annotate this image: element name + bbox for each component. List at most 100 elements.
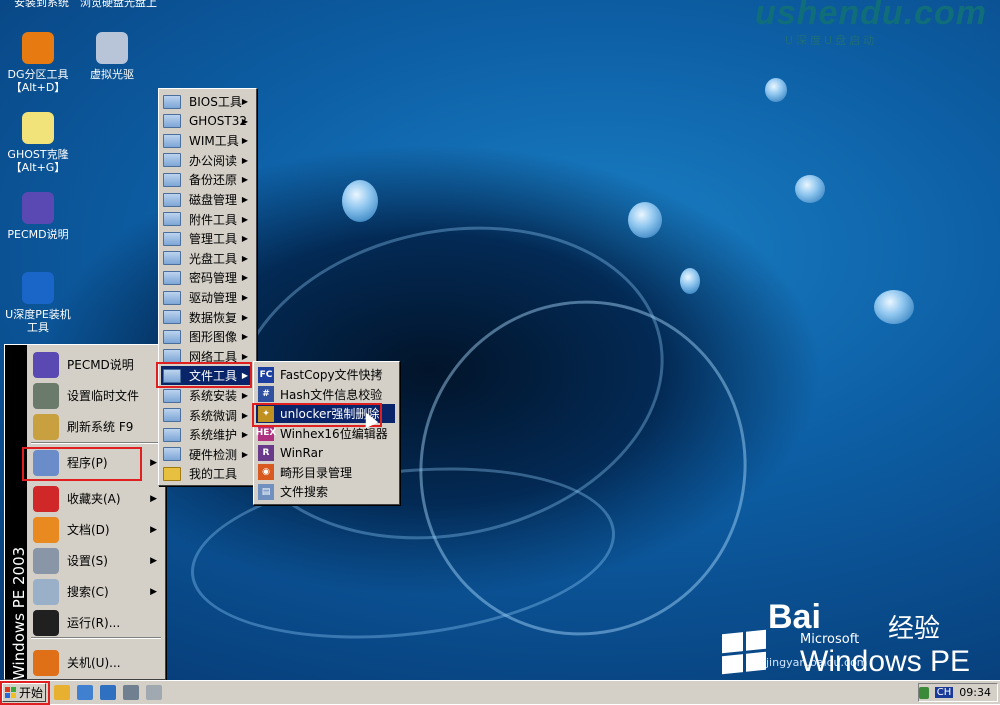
folder-manager-icon: ◉ <box>258 464 274 480</box>
programs-menu-item-label: 我的工具 <box>189 467 238 482</box>
highlight-box-programs <box>22 447 142 481</box>
start-menu-item-label: 搜索(C) <box>67 585 109 599</box>
favorites-heart-icon <box>33 485 59 512</box>
fastcopy-icon: FC <box>258 366 274 383</box>
programs-menu-item[interactable]: 驱动管理 ▶ <box>161 288 252 307</box>
start-menu-item-label: 设置(S) <box>67 554 108 568</box>
desktop-shortcut-label: 虚拟光驱 <box>90 68 134 81</box>
programs-menu-item[interactable]: 磁盘管理 ▶ <box>161 190 252 209</box>
file-tools-menu-item[interactable]: FC FastCopy文件快拷 <box>256 365 395 384</box>
file-tools-menu-item-label: 文件搜索 <box>280 485 329 499</box>
programs-menu-item[interactable]: GHOST32 ▶ <box>161 112 252 131</box>
programs-menu-item[interactable]: 系统安装 ▶ <box>161 386 252 405</box>
submenu-arrow-icon: ▶ <box>241 97 248 106</box>
submenu-arrow-icon: ▶ <box>241 410 248 420</box>
taskbar: 开始 CH 09:34 <box>0 680 1000 705</box>
submenu-arrow-icon: ▶ <box>241 116 248 126</box>
drive-icon[interactable] <box>146 685 162 700</box>
programs-menu-item[interactable]: 数据恢复 ▶ <box>161 308 252 327</box>
start-menu-item[interactable]: 搜索(C) ▶ <box>29 576 161 607</box>
file-tools-menu-item-label: Winhex16位编辑器 <box>280 426 388 441</box>
memory-chip-icon <box>33 382 59 409</box>
submenu-arrow-icon: ▶ <box>150 457 157 468</box>
folder-icon <box>163 290 181 305</box>
desktop-shortcut[interactable]: GHOST克隆 【Alt+G】 <box>0 112 76 174</box>
folder-icon <box>163 447 181 462</box>
start-menu-item[interactable]: 设置(S) ▶ <box>29 545 161 576</box>
submenu-arrow-icon: ▶ <box>241 214 248 224</box>
programs-menu-item[interactable]: 附件工具 ▶ <box>161 210 252 229</box>
desktop-shortcut-label: DG分区工具 【Alt+D】 <box>7 68 69 94</box>
clock: 09:34 <box>959 686 991 699</box>
desktop-shortcut[interactable]: DG分区工具 【Alt+D】 <box>0 32 76 94</box>
submenu-arrow-icon: ▶ <box>150 555 157 566</box>
desktop-shortcut-label: PECMD说明 <box>7 228 69 241</box>
programs-menu-item[interactable]: 系统微调 ▶ <box>161 406 252 425</box>
folder-icon <box>163 153 181 168</box>
programs-menu-item[interactable]: 系统维护 ▶ <box>161 425 252 444</box>
programs-menu-item-label: WIM工具 <box>189 134 239 149</box>
submenu-arrow-icon: ▶ <box>241 136 248 146</box>
programs-menu-item-label: 光盘工具 <box>189 251 238 266</box>
ghost-icon <box>22 112 54 144</box>
highlight-box-file-tools <box>156 362 252 388</box>
programs-menu-item[interactable]: 办公阅读 ▶ <box>161 151 252 170</box>
programs-menu-item[interactable]: 管理工具 ▶ <box>161 229 252 248</box>
folder-icon <box>163 388 181 403</box>
file-tools-menu-item[interactable]: # Hash文件信息校验 <box>256 385 395 404</box>
start-menu-item[interactable]: PECMD说明 <box>29 349 161 380</box>
programs-menu-item[interactable]: 备份还原 ▶ <box>161 170 252 189</box>
programs-menu-item-label: 系统安装 <box>189 389 238 403</box>
desktop-shortcut[interactable]: 虚拟光驱 <box>74 32 150 81</box>
start-menu-item[interactable]: 文档(D) ▶ <box>29 514 161 545</box>
programs-menu-item[interactable]: 密码管理 ▶ <box>161 268 252 287</box>
programs-menu-item-label: 备份还原 <box>189 173 238 188</box>
submenu-arrow-icon: ▶ <box>241 351 248 361</box>
submenu-arrow-icon: ▶ <box>241 234 248 244</box>
desktop-shortcut-label: U深度PE装机 工具 <box>5 308 71 334</box>
help-icon <box>33 351 59 378</box>
file-tools-menu-item[interactable]: ▤ 文件搜索 <box>256 482 395 501</box>
programs-menu-item[interactable]: BIOS工具 ▶ <box>161 92 252 111</box>
file-tools-menu-item-label: FastCopy文件快拷 <box>280 368 383 382</box>
start-menu-item[interactable]: 刷新系统 F9 <box>29 411 161 442</box>
start-menu-item[interactable]: 关机(U)... <box>29 647 161 678</box>
system-tray: CH 09:34 <box>918 683 998 702</box>
tools-icon[interactable] <box>123 685 139 700</box>
submenu-arrow-icon: ▶ <box>241 449 248 459</box>
start-menu-item-label: 设置临时文件 <box>67 389 140 403</box>
windows-flag-logo <box>722 629 766 675</box>
desktop-icon[interactable] <box>77 685 93 700</box>
start-menu-item-label: 运行(R)... <box>67 616 121 630</box>
submenu-arrow-icon: ▶ <box>241 273 248 283</box>
language-indicator[interactable]: CH <box>934 687 954 698</box>
desktop-shortcut-label: GHOST克隆 【Alt+G】 <box>7 148 69 174</box>
explorer-icon[interactable] <box>100 685 116 700</box>
file-tools-menu-item[interactable]: ◉ 畸形目录管理 <box>256 463 395 482</box>
programs-menu-item[interactable]: 光盘工具 ▶ <box>161 249 252 268</box>
file-tools-menu-item[interactable]: R WinRar <box>256 443 395 462</box>
folder-icon[interactable] <box>54 685 70 700</box>
network-icon[interactable] <box>919 686 929 699</box>
submenu-arrow-icon: ▶ <box>241 332 248 342</box>
submenu-arrow-icon: ▶ <box>241 430 248 440</box>
start-menu-item[interactable]: 设置临时文件 <box>29 380 161 411</box>
search-icon <box>33 578 59 605</box>
programs-menu-item[interactable]: WIM工具 ▶ <box>161 131 252 150</box>
start-menu-item-label: 文档(D) <box>67 523 110 537</box>
programs-menu-item-label: 密码管理 <box>189 271 238 286</box>
file-tools-menu-item-label: Hash文件信息校验 <box>280 387 383 402</box>
programs-menu-item[interactable]: 图形图像 ▶ <box>161 327 252 346</box>
programs-menu-item[interactable]: 硬件检测 ▶ <box>161 445 252 464</box>
menu-separator <box>31 442 161 444</box>
programs-menu-item[interactable]: 我的工具 <box>161 464 252 483</box>
desktop-shortcut[interactable]: PECMD说明 <box>0 192 76 241</box>
folder-icon <box>163 427 181 442</box>
desktop-shortcut[interactable]: U深度PE装机 工具 <box>0 272 76 334</box>
jingyan-watermark: 经验 <box>888 614 941 644</box>
start-menu-item[interactable]: 运行(R)... <box>29 607 161 638</box>
start-menu-item[interactable]: 收藏夹(A) ▶ <box>29 483 161 514</box>
folder-icon <box>163 192 181 207</box>
hash-key-icon: # <box>258 386 274 402</box>
folder-icon <box>163 466 181 481</box>
